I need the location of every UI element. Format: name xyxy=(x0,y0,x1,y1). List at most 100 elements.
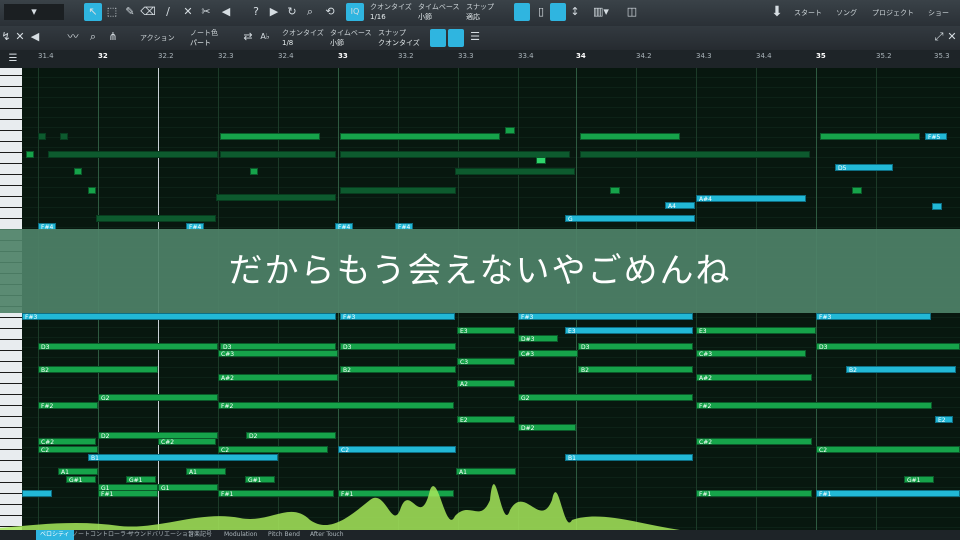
editor-mute-icon[interactable]: ✕ xyxy=(14,29,26,45)
midi-note[interactable]: F#2 xyxy=(218,402,454,409)
midi-note[interactable]: F#3 xyxy=(518,313,693,320)
midi-note[interactable]: D3 xyxy=(38,343,218,350)
editor-arrow-icon[interactable]: ↯ xyxy=(0,29,12,45)
midi-note[interactable] xyxy=(455,168,575,175)
list-icon[interactable]: ☰ xyxy=(6,51,20,67)
layout-icon[interactable]: ▥▾ xyxy=(590,4,612,20)
note-name-icon[interactable]: A♭ xyxy=(258,29,272,45)
song-page-button[interactable]: ソング xyxy=(836,9,857,18)
midi-note[interactable] xyxy=(932,203,942,210)
midi-note[interactable] xyxy=(60,133,68,140)
pin-icon[interactable]: ⤢ xyxy=(934,29,944,45)
project-page-button[interactable]: プロジェクト xyxy=(872,9,914,18)
timebase-select[interactable]: 小節 xyxy=(418,13,432,22)
editor-timebase-select[interactable]: 小節 xyxy=(330,39,344,48)
midi-note[interactable] xyxy=(340,133,500,140)
note-color-icon[interactable]: ⇄ xyxy=(242,29,254,45)
tab-sound-variation[interactable]: サウンドバリエーション xyxy=(128,530,194,540)
start-page-button[interactable]: スタート xyxy=(794,9,822,18)
help-icon[interactable]: ? xyxy=(248,4,264,20)
midi-note[interactable] xyxy=(250,168,258,175)
midi-note[interactable]: F#3 xyxy=(816,313,931,320)
midi-note[interactable] xyxy=(38,133,46,140)
midi-note[interactable] xyxy=(610,187,620,194)
midi-note[interactable]: A4 xyxy=(665,202,695,209)
midi-note[interactable] xyxy=(74,168,82,175)
relative-grid-icon[interactable]: ▯ xyxy=(534,4,548,20)
split-icon[interactable]: ✂ xyxy=(198,4,214,20)
pencil-icon[interactable]: ✎ xyxy=(122,4,138,20)
midi-note[interactable]: B2 xyxy=(38,366,158,373)
snap-select[interactable]: 適応 xyxy=(466,13,480,22)
midi-note[interactable] xyxy=(26,151,34,158)
eraser-icon[interactable]: ⌫ xyxy=(140,4,156,20)
midi-note[interactable]: E3 xyxy=(457,327,515,334)
midi-note[interactable]: F#3 xyxy=(340,313,455,320)
midi-note[interactable]: D3 xyxy=(220,343,336,350)
midi-note[interactable]: C#3 xyxy=(218,350,338,357)
midi-note[interactable]: B2 xyxy=(578,366,693,373)
midi-note[interactable]: A#4 xyxy=(696,195,806,202)
editor-scroll-toggle[interactable] xyxy=(448,29,464,47)
range-tool-icon[interactable]: ⬚ xyxy=(104,4,120,20)
midi-note[interactable]: D2 xyxy=(246,432,336,439)
editor-snap-toggle[interactable] xyxy=(430,29,446,47)
midi-note[interactable]: A#2 xyxy=(696,374,812,381)
midi-note[interactable] xyxy=(220,133,320,140)
midi-note[interactable]: B2 xyxy=(846,366,956,373)
download-icon[interactable]: ⬇ xyxy=(768,4,786,20)
editor-layout-icon[interactable]: ☰ xyxy=(468,29,482,45)
midi-note[interactable]: C3 xyxy=(457,358,515,365)
midi-note[interactable]: D3 xyxy=(816,343,960,350)
midi-note[interactable] xyxy=(505,127,515,134)
midi-note[interactable]: E2 xyxy=(935,416,953,423)
menu-dropdown[interactable]: ▾ xyxy=(4,4,64,20)
follow-icon[interactable]: ▶ xyxy=(266,4,282,20)
midi-note[interactable]: D5 xyxy=(835,164,893,171)
scroll-icon[interactable]: ↻ xyxy=(284,4,300,20)
editor-zoom-icon[interactable]: ⌕ xyxy=(86,29,100,45)
midi-note[interactable] xyxy=(820,133,920,140)
paint-icon[interactable]: ∕ xyxy=(160,4,176,20)
auto-scroll-toggle[interactable] xyxy=(550,3,566,21)
midi-note[interactable]: G2 xyxy=(98,394,218,401)
midi-note[interactable]: D#3 xyxy=(518,335,558,342)
mute-icon[interactable]: ✕ xyxy=(180,4,196,20)
listen-icon[interactable]: ◀ xyxy=(218,4,234,20)
midi-note[interactable] xyxy=(220,151,336,158)
midi-note[interactable]: A2 xyxy=(457,380,515,387)
marker-icon[interactable]: ↕ xyxy=(568,4,582,20)
midi-note[interactable]: E3 xyxy=(696,327,816,334)
show-page-button[interactable]: ショー xyxy=(928,9,949,18)
midi-note[interactable] xyxy=(88,187,96,194)
tab-after-touch[interactable]: After Touch xyxy=(310,530,344,540)
midi-note[interactable]: F#2 xyxy=(696,402,932,409)
midi-note[interactable] xyxy=(340,187,456,194)
midi-note[interactable] xyxy=(580,151,810,158)
tab-note-controller[interactable]: ノートコントローラー xyxy=(72,530,132,540)
note-color-select[interactable]: パート xyxy=(190,39,211,48)
midi-note[interactable]: B2 xyxy=(340,366,456,373)
midi-note[interactable]: E3 xyxy=(565,327,693,334)
action-menu[interactable]: アクション xyxy=(140,34,175,43)
midi-note[interactable]: F#5 xyxy=(925,133,947,140)
midi-note[interactable]: C#3 xyxy=(696,350,806,357)
midi-note[interactable]: E2 xyxy=(457,416,515,423)
midi-note[interactable]: D3 xyxy=(340,343,456,350)
midi-note[interactable]: C#3 xyxy=(518,350,578,357)
close-icon[interactable]: ✕ xyxy=(946,29,958,45)
quantize-select[interactable]: 1/16 xyxy=(370,13,386,22)
editor-snap-select[interactable]: クオンタイズ xyxy=(378,39,420,48)
midi-note[interactable] xyxy=(580,133,680,140)
tab-modulation[interactable]: Modulation xyxy=(224,530,257,540)
wave-icon[interactable]: 〰 xyxy=(64,29,82,45)
midi-note[interactable] xyxy=(96,215,216,222)
loop-icon[interactable]: ⟲ xyxy=(322,4,338,20)
window-icon[interactable]: ◫ xyxy=(624,4,640,20)
editor-tools-icon[interactable]: ⋔ xyxy=(104,29,122,45)
midi-note[interactable]: F#3 xyxy=(22,313,336,320)
midi-note[interactable] xyxy=(216,194,336,201)
zoom-icon[interactable]: ⌕ xyxy=(302,4,318,20)
midi-note[interactable] xyxy=(536,157,546,164)
tab-music-symbol[interactable]: 音楽記号 xyxy=(188,530,212,540)
